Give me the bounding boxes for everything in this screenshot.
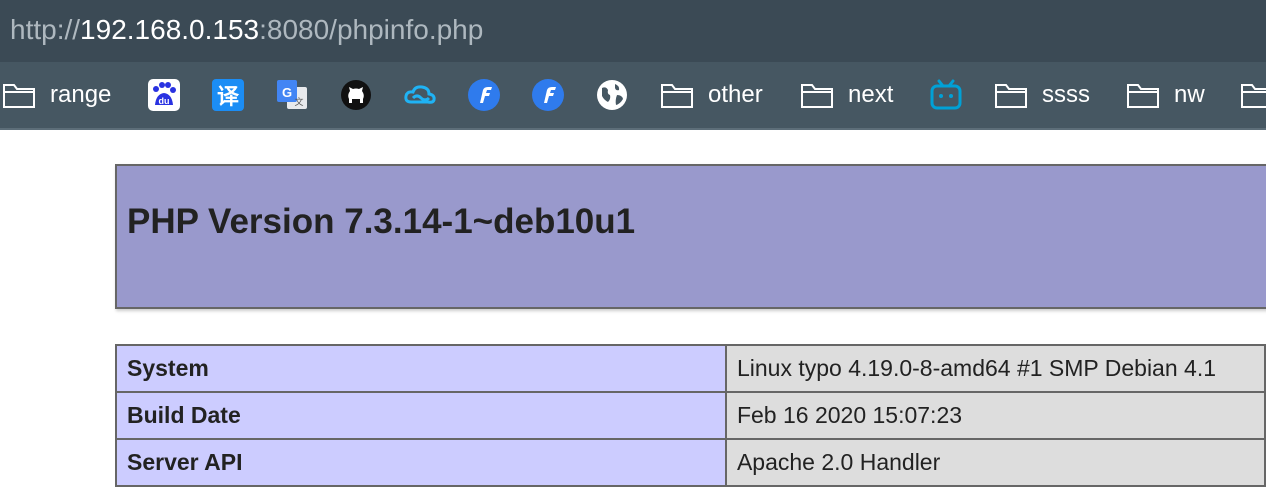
table-row: Build Date Feb 16 2020 15:07:23 — [115, 391, 1266, 440]
php-version-header: PHP Version 7.3.14-1~deb10u1 — [115, 164, 1266, 309]
bookmark-label: range — [50, 81, 112, 108]
page-content: PHP Version 7.3.14-1~deb10u1 System Linu… — [0, 130, 1266, 494]
table-row: System Linux typo 4.19.0-8-amd64 #1 SMP … — [115, 344, 1266, 393]
bookmark-folder-other[interactable]: other — [660, 62, 763, 128]
cloud-icon — [403, 78, 437, 112]
row-label: Build Date — [115, 391, 727, 440]
bookmarks-bar: range du 译 G文 other next ssss nw — [0, 62, 1266, 130]
table-row: Server API Apache 2.0 Handler — [115, 438, 1266, 487]
bookmark-label: next — [848, 81, 894, 108]
url-path: :8080/phpinfo.php — [259, 14, 484, 45]
bookmark-translate[interactable]: 译 — [211, 62, 245, 128]
folder-icon — [1126, 78, 1160, 112]
bookmark-label: ssss — [1042, 81, 1090, 108]
folder-icon — [2, 78, 36, 112]
url-scheme: http:// — [10, 14, 81, 45]
baidu-icon: du — [147, 78, 181, 112]
row-value: Linux typo 4.19.0-8-amd64 #1 SMP Debian … — [724, 344, 1266, 393]
folder-icon — [994, 78, 1028, 112]
url-field[interactable]: http://192.168.0.153:8080/phpinfo.php — [10, 13, 483, 47]
folder-icon — [800, 78, 834, 112]
globe-icon — [595, 78, 629, 112]
svg-text:du: du — [159, 96, 170, 106]
bookmark-f-app[interactable] — [467, 62, 501, 128]
f-app-icon — [531, 78, 565, 112]
address-bar[interactable]: http://192.168.0.153:8080/phpinfo.php — [0, 0, 1266, 62]
row-label: Server API — [115, 438, 727, 487]
bookmark-folder-ssss[interactable]: ssss — [994, 62, 1090, 128]
f-app-icon — [467, 78, 501, 112]
translate-icon: 译 — [211, 78, 245, 112]
google-translate-icon: G文 — [275, 78, 309, 112]
svg-text:文: 文 — [294, 96, 303, 108]
bookmark-folder-nw[interactable]: nw — [1126, 62, 1205, 128]
bookmark-bilibili[interactable] — [929, 62, 963, 128]
folder-icon — [660, 78, 694, 112]
bookmark-label: other — [708, 81, 763, 108]
bookmark-cloud[interactable] — [403, 62, 437, 128]
bookmark-baidu[interactable]: du — [147, 62, 181, 128]
svg-text:译: 译 — [217, 85, 240, 110]
bookmark-google-translate[interactable]: G文 — [275, 62, 309, 128]
bookmark-github[interactable] — [339, 62, 373, 128]
bookmark-folder-truncated[interactable] — [1240, 62, 1266, 128]
row-value: Feb 16 2020 15:07:23 — [724, 391, 1266, 440]
page-title: PHP Version 7.3.14-1~deb10u1 — [127, 202, 636, 241]
bilibili-icon — [929, 78, 963, 112]
bookmark-folder-range[interactable]: range — [2, 62, 111, 128]
bookmark-label: nw — [1174, 81, 1205, 108]
bookmark-folder-next[interactable]: next — [800, 62, 893, 128]
url-host: 192.168.0.153 — [80, 14, 260, 45]
folder-icon — [1240, 78, 1266, 112]
info-table: System Linux typo 4.19.0-8-amd64 #1 SMP … — [115, 344, 1266, 487]
svg-text:G: G — [282, 85, 292, 100]
row-value: Apache 2.0 Handler — [724, 438, 1266, 487]
row-label: System — [115, 344, 727, 393]
github-icon — [339, 78, 373, 112]
bookmark-f-app-2[interactable] — [531, 62, 565, 128]
bookmark-globe[interactable] — [595, 62, 629, 128]
